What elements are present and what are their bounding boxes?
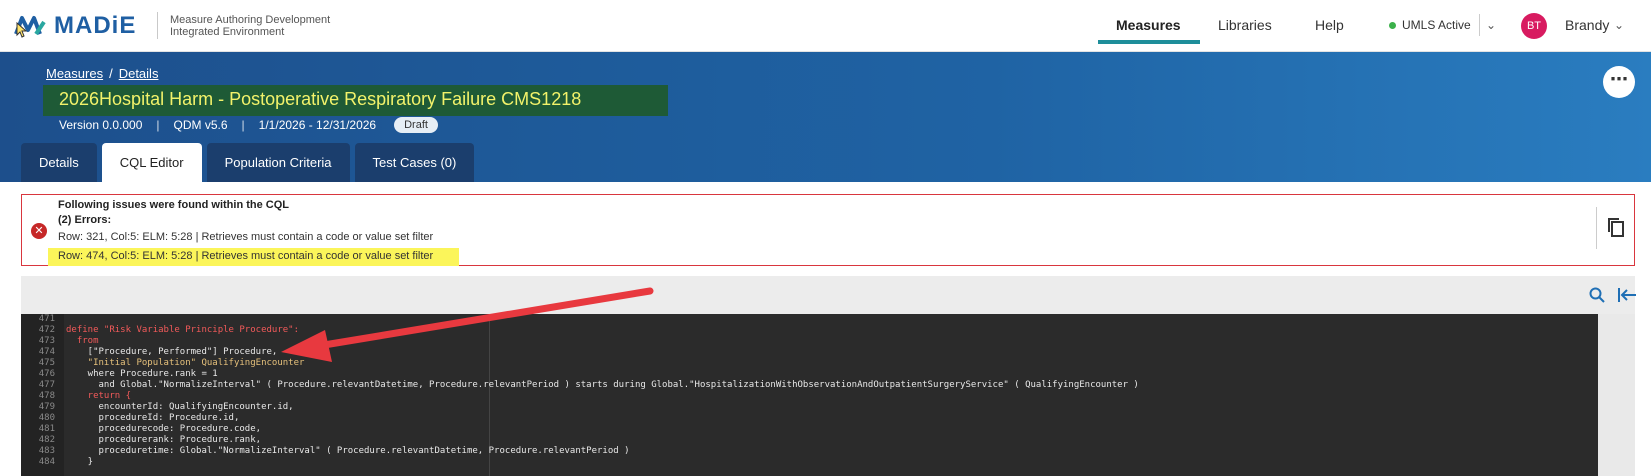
measure-model: QDM v5.6	[173, 118, 228, 132]
line-number-gutter: 471 472 473 474 475 476 477 478 479 480 …	[21, 314, 64, 476]
nav-active-indicator	[1098, 40, 1200, 44]
line-number: 476	[38, 369, 55, 379]
app-subtitle-line1: Measure Authoring Development	[170, 14, 331, 26]
nav-divider	[1479, 14, 1480, 36]
measure-title: 2026Hospital Harm - Postoperative Respir…	[59, 89, 582, 109]
code-line: }	[66, 457, 94, 467]
user-menu-chevron-down-icon[interactable]: ⌄	[1614, 18, 1624, 32]
tab-cql-editor[interactable]: CQL Editor	[101, 143, 202, 182]
code-line: from	[66, 336, 99, 346]
nav-libraries[interactable]: Libraries	[1218, 17, 1272, 33]
logo-text: MADiE	[54, 12, 137, 39]
status-badge: Draft	[394, 117, 438, 133]
more-options-button[interactable]: ⋯	[1603, 66, 1635, 98]
line-number: 478	[38, 391, 55, 401]
line-number: 483	[38, 446, 55, 456]
measure-title-highlight: 2026Hospital Harm - Postoperative Respir…	[43, 85, 668, 116]
measure-meta: Version 0.0.000 | QDM v5.6 | 1/1/2026 - …	[59, 117, 438, 133]
umls-status[interactable]: UMLS Active	[1389, 18, 1471, 32]
error-item-highlighted: Row: 474, Col:5: ELM: 5:28 | Retrieves m…	[48, 248, 460, 266]
error-item: Row: 321, Col:5: ELM: 5:28 | Retrieves m…	[58, 231, 434, 243]
line-number: 481	[38, 424, 55, 434]
line-number: 484	[38, 457, 55, 467]
cql-code-editor[interactable]: 471 472 473 474 475 476 477 478 479 480 …	[21, 314, 1619, 476]
code-line: "Initial Population" QualifyingEncounter	[66, 358, 305, 368]
breadcrumb: Measures / Details	[46, 66, 158, 81]
line-number: 473	[38, 336, 55, 346]
measure-header: Measures / Details 2026Hospital Harm - Pos…	[0, 52, 1651, 182]
madie-logo[interactable]: MADiE	[14, 12, 136, 40]
code-line: and Global."NormalizeInterval" ( Procedu…	[66, 380, 1139, 390]
logo-divider	[157, 12, 158, 39]
line-number: 479	[38, 402, 55, 412]
error-circle-icon: ✕	[31, 223, 47, 239]
avatar[interactable]: BT	[1521, 13, 1547, 39]
nav-help[interactable]: Help	[1315, 17, 1344, 33]
breadcrumb-separator: /	[109, 66, 113, 81]
nav-measures[interactable]: Measures	[1116, 17, 1181, 33]
code-line: procedurerank: Procedure.rank,	[66, 435, 262, 445]
copy-divider	[1596, 207, 1597, 249]
code-line: ["Procedure, Performed"] Procedure,	[66, 347, 278, 357]
editor-side-panel	[1598, 314, 1635, 476]
editor-toolbar	[21, 276, 1637, 314]
umls-status-label: UMLS Active	[1402, 18, 1471, 32]
code-line: encounterId: QualifyingEncounter.id,	[66, 402, 294, 412]
breadcrumb-details-link[interactable]: Details	[119, 66, 159, 81]
user-name[interactable]: Brandy	[1565, 17, 1609, 33]
tab-population-criteria[interactable]: Population Criteria	[206, 143, 350, 182]
copy-icon[interactable]	[1606, 217, 1626, 239]
line-number: 471	[38, 314, 55, 324]
status-dot-icon	[1389, 21, 1396, 29]
errors-count: (2) Errors:	[58, 214, 112, 226]
meta-divider: |	[241, 118, 245, 132]
line-number: 475	[38, 358, 55, 368]
breadcrumb-measures-link[interactable]: Measures	[46, 66, 103, 81]
app-subtitle: Measure Authoring Development Integrated…	[170, 14, 330, 38]
code-line: return {	[66, 391, 132, 401]
measure-tabs: Details CQL Editor Population Criteria T…	[21, 143, 479, 182]
app-subtitle-line2: Integrated Environment	[170, 26, 285, 38]
line-number: 480	[38, 413, 55, 423]
more-options-icon: ⋯	[1610, 69, 1628, 89]
measure-period: 1/1/2026 - 12/31/2026	[258, 118, 377, 132]
code-line: define "Risk Variable Principle Procedur…	[66, 325, 299, 335]
chevron-down-icon[interactable]: ⌄	[1486, 18, 1496, 32]
line-number: 472	[38, 325, 55, 335]
code-line: procedureId: Procedure.id,	[66, 413, 240, 423]
code-line: procedurecode: Procedure.code,	[66, 424, 262, 434]
errors-heading: Following issues were found within the C…	[58, 199, 290, 211]
meta-divider: |	[156, 118, 160, 132]
line-number: 477	[38, 380, 55, 390]
code-line: proceduretime: Global."NormalizeInterval…	[66, 446, 630, 456]
collapse-left-icon[interactable]	[1617, 286, 1637, 304]
measure-version: Version 0.0.000	[59, 118, 143, 132]
tab-details[interactable]: Details	[21, 143, 97, 182]
line-number: 482	[38, 435, 55, 445]
top-navigation: MADiE Measure Authoring Development Inte…	[0, 0, 1651, 52]
code-line: where Procedure.rank = 1	[66, 369, 218, 379]
mouse-cursor-icon	[16, 22, 28, 38]
line-number: 474	[38, 347, 55, 357]
search-icon[interactable]	[1589, 287, 1605, 303]
tab-test-cases[interactable]: Test Cases (0)	[354, 143, 475, 182]
cql-errors-panel: ✕ Following issues were found within the…	[21, 194, 1635, 266]
